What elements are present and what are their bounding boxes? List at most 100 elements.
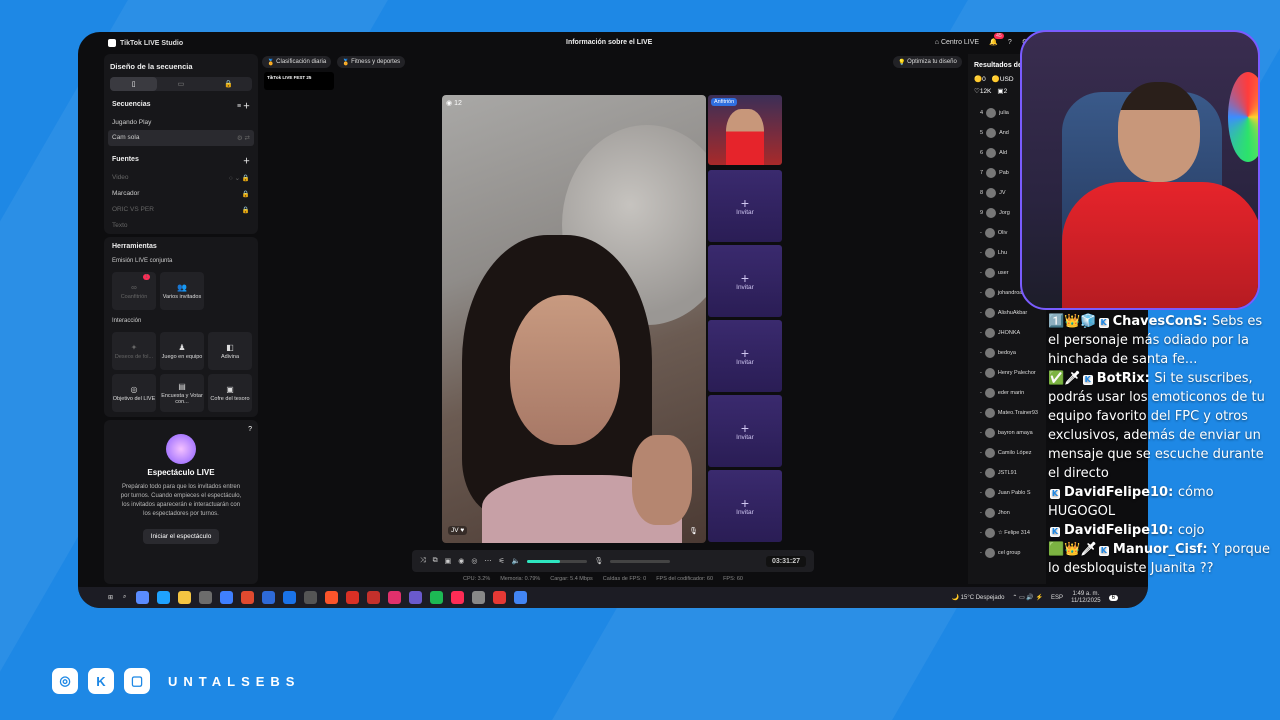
- avatar: [984, 408, 995, 418]
- chat-text: Si te suscribes, podrás usar los emotico…: [1048, 371, 1265, 481]
- optimize-chip[interactable]: 💡 Optimiza tu diseño: [893, 56, 962, 68]
- tray-icons[interactable]: ⌃ ▭ 🔊 ⚡: [1012, 594, 1043, 601]
- settings-icon[interactable]: ⚟: [498, 557, 504, 565]
- co-live-tools: ∞ 1 Coanfitrión 👥 Varios invitados: [104, 268, 258, 314]
- invite-slot[interactable]: + Invitar: [708, 320, 782, 392]
- avatar: [984, 488, 995, 498]
- tool-poll[interactable]: ▤ Encuesta y Votar con...: [160, 374, 204, 412]
- ranking-row[interactable]: - ☆ Felipe 314: [968, 523, 1046, 543]
- app-icon[interactable]: [304, 591, 318, 604]
- ranking-row[interactable]: - Jhon: [968, 503, 1046, 523]
- panel-title: Diseño de la secuencia: [110, 62, 193, 71]
- live-info-title[interactable]: Información sobre el LIVE: [566, 39, 652, 46]
- start-show-button[interactable]: Iniciar el espectáculo: [142, 529, 220, 544]
- chrome-icon[interactable]: [514, 591, 528, 604]
- invite-slot[interactable]: + Invitar: [708, 170, 782, 242]
- source-item[interactable]: Video ○ ⌄ 🔒: [104, 170, 258, 186]
- screen-icon[interactable]: ▣: [445, 557, 452, 565]
- tool-wishes[interactable]: ✦ Deseos de fol...: [112, 332, 156, 370]
- speaker-icon[interactable]: 🔈: [512, 557, 521, 565]
- ranking-row[interactable]: - cel group: [968, 543, 1046, 563]
- brave-icon[interactable]: [325, 591, 339, 604]
- multi-guest-tool[interactable]: 👥 Varios invitados: [160, 272, 204, 310]
- shuffle-icon[interactable]: ⤨: [420, 557, 426, 565]
- scene-item[interactable]: Cam sola ⚙ ⇄: [108, 130, 254, 146]
- centro-live-button[interactable]: ⌂ Centro LIVE: [935, 39, 979, 46]
- search-icon[interactable]: ⌕: [123, 594, 126, 601]
- bell-icon[interactable]: 🔔 45: [989, 33, 1004, 46]
- tiktok-icon[interactable]: [451, 591, 465, 604]
- rank-position: -: [980, 250, 982, 256]
- layout-icon[interactable]: ⧉: [433, 557, 438, 565]
- camera-icon[interactable]: ◎: [471, 557, 477, 565]
- app-icon[interactable]: [220, 591, 234, 604]
- category-chip[interactable]: 🏅 Fitness y deportes: [337, 56, 406, 68]
- help-icon[interactable]: ?: [248, 426, 252, 433]
- avatar: [984, 248, 995, 258]
- guest-name-tag: JV ♥: [448, 526, 468, 535]
- copilot-icon[interactable]: [136, 591, 150, 604]
- cohost-tool[interactable]: ∞ 1 Coanfitrión: [112, 272, 156, 310]
- scene-item[interactable]: Jugando Play: [104, 115, 258, 130]
- ranking-row[interactable]: - Henry Palechor: [968, 363, 1046, 383]
- record-icon[interactable]: ◉: [458, 557, 464, 565]
- word-icon[interactable]: [262, 591, 276, 604]
- daily-ranking-chip[interactable]: 🏅 Clasificación diaria: [262, 56, 332, 68]
- folder-icon[interactable]: [178, 591, 192, 604]
- rank-username: Pab: [999, 170, 1009, 176]
- people-icon: 👥: [177, 282, 187, 292]
- volume-slider[interactable]: [527, 559, 588, 563]
- mic-icon[interactable]: 🎙: [689, 527, 698, 535]
- ranking-row[interactable]: - Camilo López: [968, 443, 1046, 463]
- livefest-banner[interactable]: TikTok LIVE FEST 25: [264, 72, 334, 90]
- help-icon[interactable]: ?: [1008, 39, 1012, 46]
- source-item[interactable]: Texto: [104, 218, 258, 233]
- portrait-icon[interactable]: ▯: [110, 77, 158, 91]
- spotify-icon[interactable]: [430, 591, 444, 604]
- app-icon[interactable]: [346, 591, 360, 604]
- notification-badge[interactable]: 6: [1108, 594, 1118, 601]
- landscape-icon[interactable]: ▭: [157, 77, 204, 91]
- app-icon[interactable]: [493, 591, 507, 604]
- store-icon[interactable]: [199, 591, 213, 604]
- invite-slot[interactable]: + Invitar: [708, 395, 782, 467]
- clock[interactable]: 1:49 a. m. 11/12/2025: [1071, 591, 1101, 605]
- app-icon[interactable]: [409, 591, 423, 604]
- mic-icon[interactable]: 🎙: [594, 557, 603, 565]
- ranking-row[interactable]: - JSTL91: [968, 463, 1046, 483]
- ranking-row[interactable]: - Mateo.Trainer93: [968, 403, 1046, 423]
- disco-ball-icon: [166, 434, 196, 464]
- ranking-row[interactable]: - bayron amaya: [968, 423, 1046, 443]
- app-icon[interactable]: [472, 591, 486, 604]
- title-bar-actions: ⌂ Centro LIVE 🔔45 ? ⚙: [935, 33, 1028, 46]
- ranking-row[interactable]: - Juan Pablo S: [968, 483, 1046, 503]
- lock-icon[interactable]: 🔒: [205, 77, 252, 91]
- weather[interactable]: 🌙 15°C Despejado: [952, 594, 1005, 601]
- app-icon[interactable]: [367, 591, 381, 604]
- tool-guess[interactable]: ◧ Adivina: [208, 332, 252, 370]
- outlook-icon[interactable]: [283, 591, 297, 604]
- windows-start-icon[interactable]: ⊞: [108, 594, 113, 601]
- avatar: [986, 148, 997, 158]
- sources-header: Fuentes ＋: [112, 156, 250, 165]
- chrome-icon[interactable]: [241, 591, 255, 604]
- language[interactable]: ESP: [1051, 595, 1063, 601]
- kick-icon: K: [1050, 489, 1060, 499]
- tool-goal[interactable]: ◎ Objetivo del LIVE: [112, 374, 156, 412]
- mic-slider[interactable]: [610, 559, 671, 563]
- tools-header: Herramientas: [112, 243, 157, 250]
- more-icon[interactable]: ⋯: [484, 557, 491, 565]
- source-item[interactable]: ORIC VS PER 🔒: [104, 202, 258, 218]
- tool-team-game[interactable]: ♟ Juego en equipo: [160, 332, 204, 370]
- rank-username: johandroa: [997, 290, 1023, 296]
- tool-treasure[interactable]: ▣ Cofre del tesoro: [208, 374, 252, 412]
- ranking-row[interactable]: - JHONKA: [968, 323, 1046, 343]
- invite-slot[interactable]: + Invitar: [708, 470, 782, 542]
- edge-icon[interactable]: [157, 591, 171, 604]
- ranking-row[interactable]: - bedoya: [968, 343, 1046, 363]
- invite-slot[interactable]: + Invitar: [708, 245, 782, 317]
- ranking-row[interactable]: - eder marin: [968, 383, 1046, 403]
- host-tile[interactable]: Anfitrión: [708, 95, 782, 165]
- source-item[interactable]: Marcador 🔒: [104, 186, 258, 202]
- app-icon[interactable]: [388, 591, 402, 604]
